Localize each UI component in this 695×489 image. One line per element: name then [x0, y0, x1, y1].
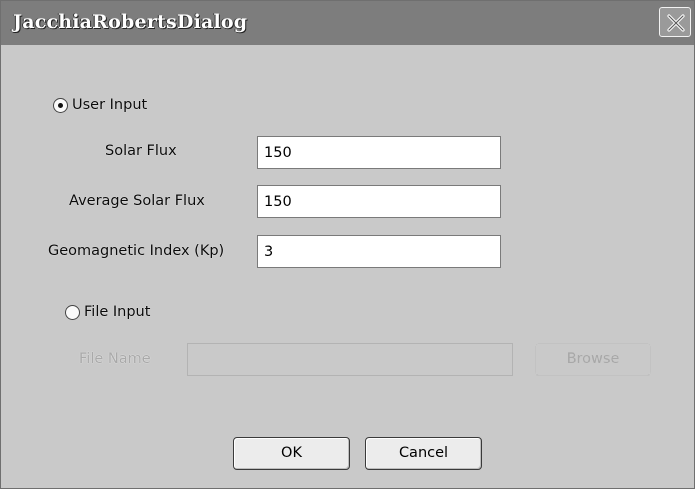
title-bar[interactable]: JacchiaRobertsDialog	[1, 1, 694, 45]
user-input-label: User Input	[72, 97, 148, 113]
file-input-radio[interactable]: File Input	[65, 304, 150, 320]
average-solar-flux-label: Average Solar Flux	[69, 193, 205, 209]
average-solar-flux-input[interactable]: 150	[257, 185, 501, 218]
cancel-button[interactable]: Cancel	[365, 437, 482, 470]
user-input-radio-button[interactable]	[53, 97, 68, 113]
browse-button[interactable]: Browse	[535, 343, 651, 376]
jacchia-roberts-dialog: JacchiaRobertsDialog User Input Solar Fl…	[0, 0, 695, 489]
solar-flux-label: Solar Flux	[105, 143, 177, 159]
geomagnetic-index-input[interactable]: 3	[257, 235, 501, 268]
file-name-input[interactable]	[187, 343, 513, 376]
user-input-radio[interactable]: User Input	[53, 97, 147, 113]
dialog-title: JacchiaRobertsDialog	[13, 11, 248, 33]
ok-button[interactable]: OK	[233, 437, 350, 470]
close-icon	[667, 14, 685, 32]
file-input-radio-button[interactable]	[65, 304, 80, 320]
solar-flux-input[interactable]: 150	[257, 136, 501, 169]
geomagnetic-index-label: Geomagnetic Index (Kp)	[48, 243, 225, 259]
file-input-label: File Input	[84, 304, 151, 320]
file-name-label: File Name	[79, 351, 151, 367]
close-button[interactable]	[659, 7, 691, 37]
